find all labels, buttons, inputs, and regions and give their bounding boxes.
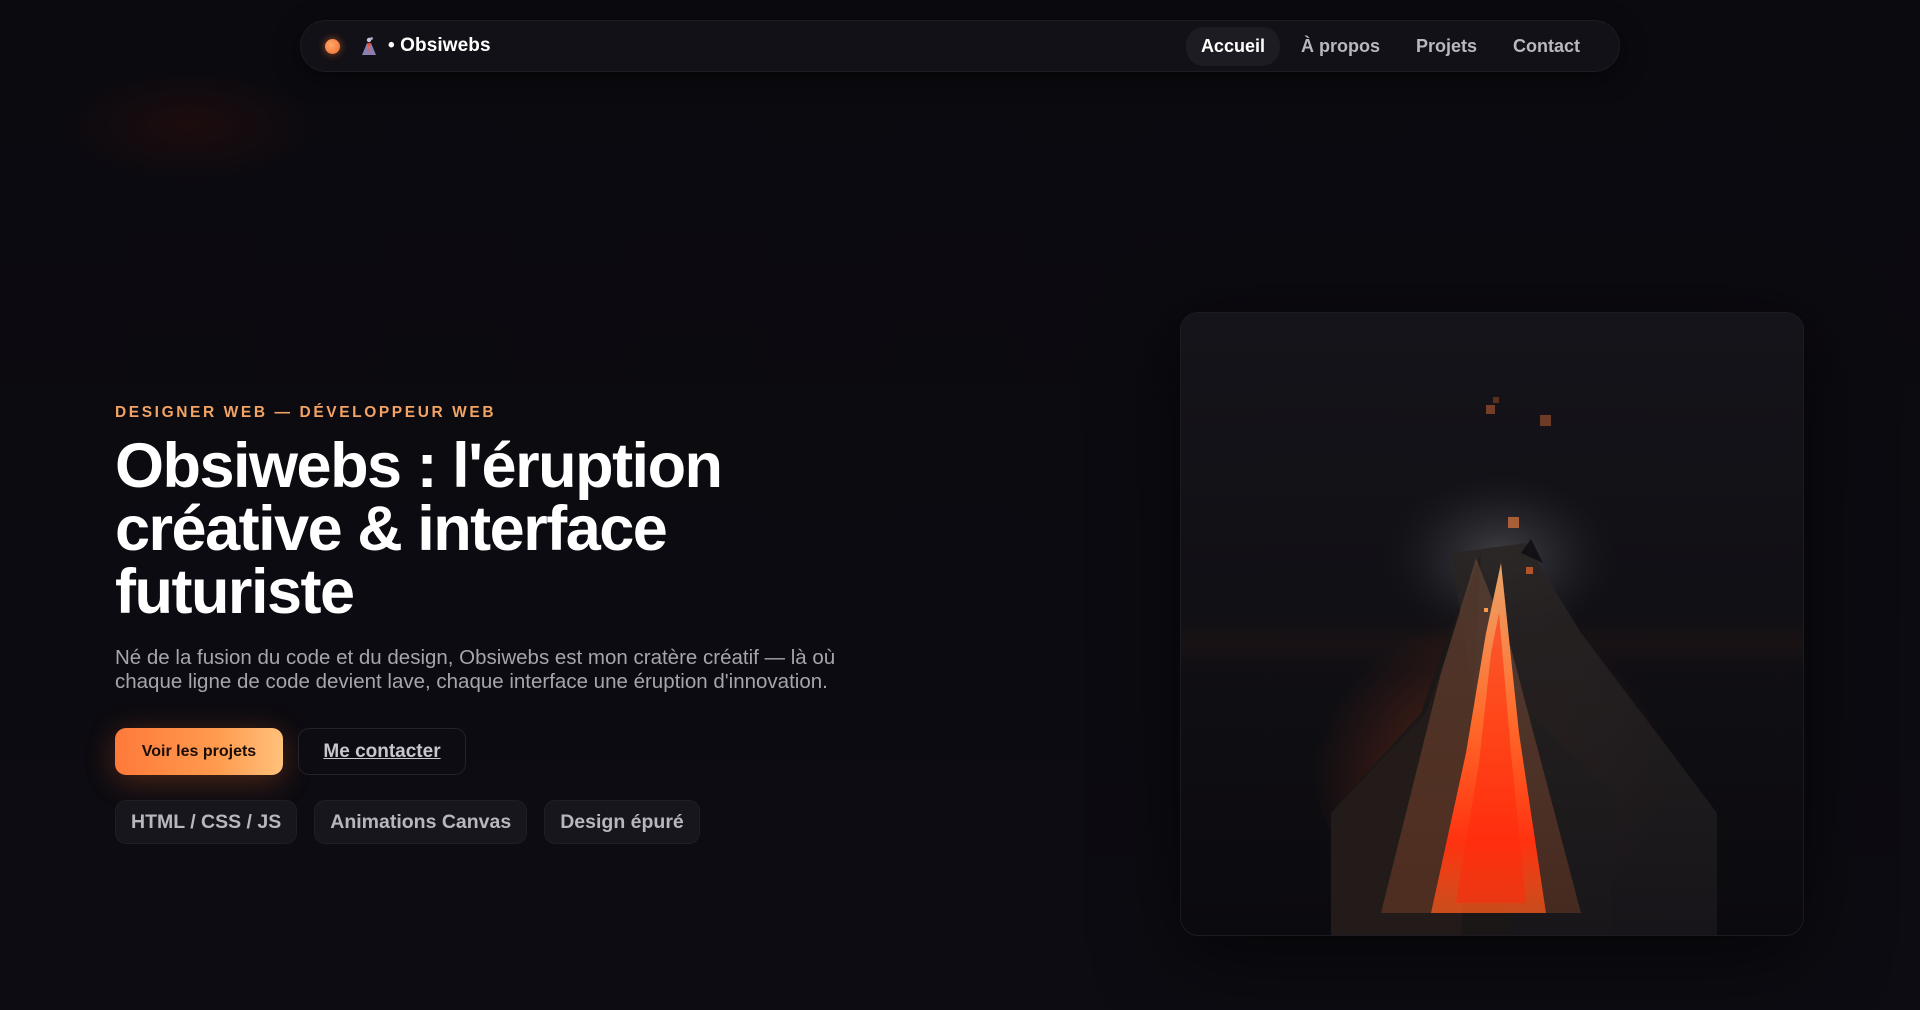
skill-tags: HTML / CSS / JS Animations Canvas Design…	[115, 800, 700, 844]
hero-lead: Né de la fusion du code et du design, Ob…	[115, 646, 836, 693]
page: • Obsiwebs Accueil À propos Projets Cont…	[0, 0, 1920, 1010]
ember	[1526, 567, 1533, 574]
ember	[1484, 608, 1488, 612]
ember	[1540, 415, 1551, 426]
top-navbar: • Obsiwebs Accueil À propos Projets Cont…	[300, 20, 1620, 72]
view-projects-button[interactable]: Voir les projets	[115, 728, 283, 775]
ember	[1493, 397, 1499, 403]
tag-html-css-js: HTML / CSS / JS	[115, 800, 298, 844]
volcano-illustration	[1181, 397, 1803, 935]
nav-link-accueil[interactable]: Accueil	[1185, 26, 1280, 66]
contact-me-button[interactable]: Me contacter	[298, 728, 466, 775]
ember	[1486, 405, 1495, 414]
hero-eyebrow: DESIGNER WEB — DÉVELOPPEUR WEB	[115, 404, 497, 421]
hero-title: Obsiwebs : l'éruption créative & interfa…	[115, 431, 723, 627]
status-dot-icon	[325, 38, 340, 54]
nav-link-contact[interactable]: Contact	[1498, 27, 1595, 66]
nav-link-projets[interactable]: Projets	[1401, 27, 1492, 66]
tag-design-epure: Design épuré	[544, 800, 700, 844]
ember	[1508, 517, 1519, 528]
volcano-icon	[360, 36, 378, 56]
brand-name: • Obsiwebs	[388, 35, 491, 56]
nav-link-a-propos[interactable]: À propos	[1286, 27, 1395, 66]
tag-animations-canvas: Animations Canvas	[314, 800, 528, 844]
nav-links: Accueil À propos Projets Contact	[1185, 26, 1595, 66]
brand[interactable]: • Obsiwebs	[325, 35, 491, 57]
volcano-visual-card	[1180, 312, 1804, 936]
